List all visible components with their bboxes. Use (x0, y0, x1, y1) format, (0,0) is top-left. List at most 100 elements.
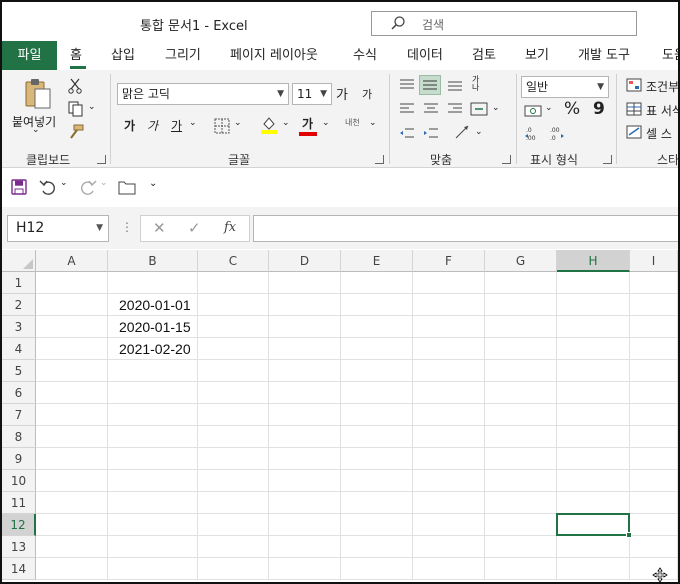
redo-icon[interactable] (79, 178, 97, 196)
column-header-f[interactable]: F (413, 250, 485, 272)
tab-view[interactable]: 보기 (525, 41, 549, 70)
cancel-icon[interactable]: ✕ (153, 219, 166, 237)
row-header-9[interactable]: 9 (2, 448, 36, 470)
tab-formulas[interactable]: 수식 (353, 41, 377, 70)
font-size-select[interactable]: 11 ▼ (292, 83, 332, 105)
conditional-formatting-icon[interactable] (626, 78, 642, 92)
grow-font-button[interactable]: 가 (336, 84, 348, 103)
tab-draw[interactable]: 그리기 (165, 41, 201, 70)
tab-file[interactable]: 파일 (2, 41, 57, 70)
search-box[interactable]: 검색 (371, 11, 637, 36)
phonetic-button[interactable]: 내천 (345, 117, 360, 128)
merge-center-icon[interactable] (470, 102, 488, 116)
row-header-4[interactable]: 4 (2, 338, 36, 360)
column-header-d[interactable]: D (269, 250, 341, 272)
cut-icon[interactable] (68, 78, 82, 94)
fill-handle[interactable] (626, 532, 632, 538)
font-launcher-icon[interactable] (375, 155, 384, 164)
italic-button[interactable]: 가 (147, 117, 158, 134)
row-header-7[interactable]: 7 (2, 404, 36, 426)
column-header-e[interactable]: E (341, 250, 413, 272)
wrap-text-button[interactable]: 가나 (472, 76, 486, 92)
tab-data[interactable]: 데이터 (407, 41, 443, 70)
bold-button[interactable]: 가 (124, 117, 135, 134)
selected-cell[interactable] (556, 513, 630, 536)
row-header-14[interactable]: 14 (2, 558, 36, 580)
fill-color-dropdown-icon[interactable]: ⌄ (282, 118, 290, 128)
tab-help[interactable]: 도움 (662, 41, 678, 70)
font-name-select[interactable]: 맑은 고딕 ▼ (117, 83, 289, 105)
fill-color-icon[interactable] (260, 115, 278, 135)
redo-dropdown-icon[interactable]: ⌄ (100, 178, 108, 188)
paste-button[interactable]: 붙여넣기 ⌄ (10, 76, 66, 138)
format-as-table-button[interactable]: 표 서식 (646, 102, 678, 119)
comma-button[interactable]: 9 (593, 99, 605, 119)
row-header-13[interactable]: 13 (2, 536, 36, 558)
borders-dropdown-icon[interactable]: ⌄ (234, 118, 242, 128)
column-header-b[interactable]: B (108, 250, 198, 272)
align-center-icon[interactable] (423, 102, 439, 116)
insert-function-icon[interactable]: fx (224, 220, 236, 235)
row-header-2[interactable]: 2 (2, 294, 36, 316)
worksheet-grid[interactable]: ABCDEFGHI 1 2 3 4 5 6 7 8 9 10 11 12 13 14 2020-01-01… (2, 250, 678, 582)
orientation-icon[interactable] (454, 124, 470, 140)
cell-b4[interactable]: 2021-02-20 (119, 341, 191, 357)
conditional-formatting-button[interactable]: 조건부 (646, 78, 678, 95)
increase-decimal-icon[interactable]: .0.00 (524, 125, 542, 141)
decrease-decimal-icon[interactable]: .00.0 (548, 125, 566, 141)
merge-dropdown-icon[interactable]: ⌄ (492, 103, 500, 113)
copy-icon[interactable] (68, 101, 84, 117)
copy-dropdown-icon[interactable]: ⌄ (88, 102, 96, 112)
shrink-font-button[interactable]: 가 (362, 86, 372, 102)
number-format-select[interactable]: 일반 ▼ (521, 76, 609, 98)
accounting-dropdown-icon[interactable]: ⌄ (545, 103, 553, 113)
cell-b3[interactable]: 2020-01-15 (119, 319, 191, 335)
tab-page-layout[interactable]: 페이지 레이아웃 (230, 41, 318, 70)
cell-styles-button[interactable]: 셀 스 (646, 125, 672, 142)
column-header-c[interactable]: C (198, 250, 269, 272)
underline-button[interactable]: 가 (171, 117, 182, 134)
formula-input[interactable] (253, 215, 678, 242)
undo-dropdown-icon[interactable]: ⌄ (60, 178, 68, 188)
font-color-button[interactable]: 가 (302, 115, 313, 132)
row-header-11[interactable]: 11 (2, 492, 36, 514)
tab-insert[interactable]: 삽입 (111, 41, 135, 70)
cell-b2[interactable]: 2020-01-01 (119, 297, 191, 313)
row-header-1[interactable]: 1 (2, 272, 36, 294)
select-all-corner[interactable] (2, 250, 36, 272)
align-top-icon[interactable] (399, 78, 415, 92)
decrease-indent-icon[interactable] (399, 126, 415, 140)
column-header-h[interactable]: H (557, 250, 630, 272)
align-left-icon[interactable] (399, 102, 415, 116)
number-launcher-icon[interactable] (603, 155, 612, 164)
save-icon[interactable] (11, 179, 27, 195)
row-header-12[interactable]: 12 (2, 514, 36, 536)
font-color-dropdown-icon[interactable]: ⌄ (322, 118, 330, 128)
borders-icon[interactable] (214, 118, 230, 134)
percent-button[interactable]: % (564, 99, 580, 119)
row-header-3[interactable]: 3 (2, 316, 36, 338)
align-right-icon[interactable] (447, 102, 463, 116)
column-header-i[interactable]: I (630, 250, 678, 272)
row-header-10[interactable]: 10 (2, 470, 36, 492)
align-bottom-icon[interactable] (447, 78, 463, 92)
column-header-a[interactable]: A (36, 250, 108, 272)
orientation-dropdown-icon[interactable]: ⌄ (475, 127, 483, 137)
tab-developer[interactable]: 개발 도구 (578, 41, 630, 70)
open-folder-icon[interactable] (118, 180, 136, 195)
column-header-g[interactable]: G (485, 250, 557, 272)
align-middle-button[interactable] (419, 75, 441, 95)
row-header-6[interactable]: 6 (2, 382, 36, 404)
cell-styles-icon[interactable] (626, 125, 642, 139)
paste-dropdown-icon[interactable]: ⌄ (32, 125, 40, 135)
accounting-format-icon[interactable] (524, 104, 542, 118)
format-as-table-icon[interactable] (626, 102, 642, 116)
enter-icon[interactable]: ✓ (188, 219, 201, 237)
clipboard-launcher-icon[interactable] (97, 155, 106, 164)
increase-indent-icon[interactable] (423, 126, 439, 140)
formula-bar-splitter-icon[interactable]: ⋮ (121, 220, 133, 234)
underline-dropdown-icon[interactable]: ⌄ (189, 118, 197, 128)
alignment-launcher-icon[interactable] (502, 155, 511, 164)
customize-qat-icon[interactable]: ⌄ (149, 178, 157, 189)
row-header-5[interactable]: 5 (2, 360, 36, 382)
